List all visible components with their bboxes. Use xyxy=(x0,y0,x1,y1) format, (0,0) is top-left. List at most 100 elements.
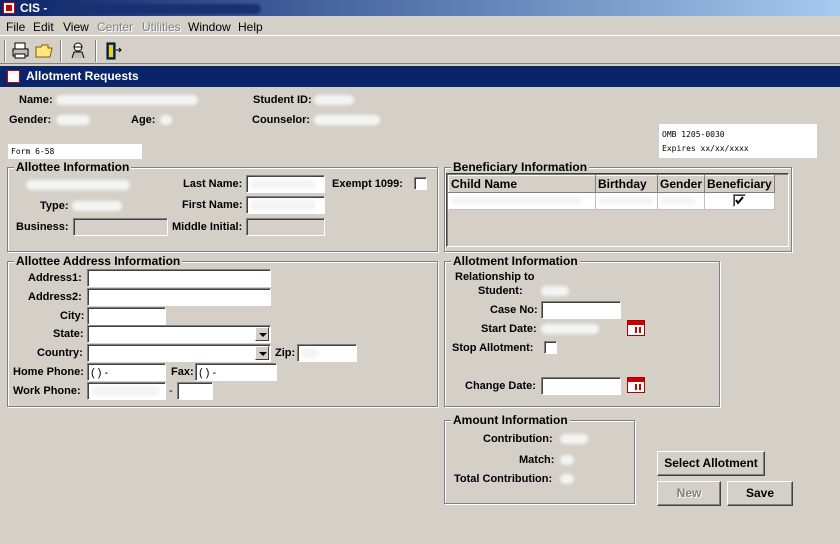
menu-bar: File Edit View Center Utilities Window H… xyxy=(0,17,840,36)
home-phone-value: ( ) - xyxy=(91,367,109,379)
address2-label: Address2: xyxy=(28,291,82,303)
contribution-value xyxy=(560,434,588,444)
exempt-1099-checkbox[interactable] xyxy=(414,177,427,190)
allottee-address-legend: Allottee Address Information xyxy=(14,254,183,268)
state-dropdown[interactable] xyxy=(87,325,271,343)
case-no-label: Case No: xyxy=(490,304,538,316)
last-name-label: Last Name: xyxy=(183,178,243,190)
menu-view[interactable]: View xyxy=(63,20,89,34)
fax-field[interactable]: ( ) - xyxy=(195,363,277,381)
beneficiary-table: Child Name Birthday Gender Beneficiary xyxy=(448,175,775,210)
birthday-cell[interactable] xyxy=(595,192,658,210)
child-name-cell[interactable] xyxy=(448,192,596,210)
work-phone-label: Work Phone: xyxy=(13,385,81,397)
change-date-label: Change Date: xyxy=(465,380,536,392)
home-phone-field[interactable]: ( ) - xyxy=(87,363,166,381)
omb-number: OMB 1205-0030 xyxy=(662,130,725,139)
first-name-field[interactable] xyxy=(246,196,325,214)
business-label: Business: xyxy=(16,221,69,233)
child-window-title-bar: Allotment Requests xyxy=(0,66,840,87)
relationship-value xyxy=(541,286,569,296)
total-contribution-label: Total Contribution: xyxy=(454,473,553,485)
type-label: Type: xyxy=(40,200,69,212)
business-field[interactable] xyxy=(73,218,168,236)
column-beneficiary[interactable]: Beneficiary xyxy=(704,175,775,193)
zip-field[interactable] xyxy=(297,344,357,362)
toolbar-separator xyxy=(95,40,97,62)
toolbar-separator xyxy=(4,40,6,62)
work-phone-field[interactable] xyxy=(87,382,166,400)
fax-label: Fax: xyxy=(171,366,194,378)
city-label: City: xyxy=(60,310,85,322)
middle-initial-label: Middle Initial: xyxy=(172,221,243,233)
menu-help[interactable]: Help xyxy=(238,20,263,34)
omb-notice: OMB 1205-0030 Expires xx/xx/xxxx xyxy=(659,124,817,158)
gender-cell[interactable] xyxy=(657,192,706,210)
country-dropdown[interactable] xyxy=(87,344,271,362)
calendar-icon[interactable] xyxy=(627,320,645,336)
work-phone-extension-field[interactable] xyxy=(177,382,213,400)
zip-label: Zip: xyxy=(275,347,296,359)
chevron-down-icon[interactable] xyxy=(255,346,269,360)
open-folder-icon[interactable] xyxy=(33,40,55,62)
match-label: Match: xyxy=(519,454,555,466)
new-button[interactable]: New xyxy=(657,481,721,506)
beneficiary-cell[interactable] xyxy=(704,192,775,210)
address1-field[interactable] xyxy=(87,269,271,287)
menu-file[interactable]: File xyxy=(6,20,25,34)
toolbar-separator xyxy=(60,40,62,62)
case-no-field[interactable] xyxy=(541,301,621,319)
menu-window[interactable]: Window xyxy=(188,20,231,34)
beneficiary-table-header: Child Name Birthday Gender Beneficiary xyxy=(448,175,775,193)
state-label: State: xyxy=(53,328,84,340)
save-button[interactable]: Save xyxy=(727,481,793,506)
age-label: Age: xyxy=(131,114,156,126)
name-label: Name: xyxy=(19,94,53,106)
address1-label: Address1: xyxy=(28,272,82,284)
city-field[interactable] xyxy=(87,307,166,325)
app-title: CIS - xyxy=(20,0,261,16)
counselor-label: Counselor: xyxy=(252,114,311,126)
exit-door-icon[interactable] xyxy=(102,40,124,62)
amount-information-legend: Amount Information xyxy=(451,413,570,427)
calendar-icon[interactable] xyxy=(627,377,645,393)
beneficiary-checkbox[interactable] xyxy=(732,194,746,207)
allottee-information-legend: Allottee Information xyxy=(14,160,132,174)
start-date-value xyxy=(541,324,599,334)
table-row[interactable] xyxy=(448,192,775,210)
last-name-field[interactable] xyxy=(246,175,325,193)
beneficiary-information-legend: Beneficiary Information xyxy=(451,160,590,174)
address2-field[interactable] xyxy=(87,288,271,306)
middle-initial-field[interactable] xyxy=(246,218,325,236)
country-label: Country: xyxy=(37,347,83,359)
app-flag-icon xyxy=(7,70,20,83)
chevron-down-icon[interactable] xyxy=(255,327,269,341)
column-birthday[interactable]: Birthday xyxy=(595,175,658,193)
menu-edit[interactable]: Edit xyxy=(33,20,54,34)
form-number: Form 6-58 xyxy=(8,144,142,159)
allottee-id-value xyxy=(26,180,130,190)
menu-center[interactable]: Center xyxy=(97,20,133,34)
stop-allotment-checkbox[interactable] xyxy=(544,341,557,354)
app-flag-icon xyxy=(3,2,15,14)
change-date-field[interactable] xyxy=(541,377,621,395)
toolbar xyxy=(0,37,840,64)
work-phone-dash: - xyxy=(169,385,173,397)
name-value xyxy=(56,95,198,105)
column-child-name[interactable]: Child Name xyxy=(448,175,596,193)
column-gender[interactable]: Gender xyxy=(656,175,706,193)
select-allotment-button[interactable]: Select Allotment xyxy=(657,451,765,476)
app-title-bar: CIS - xyxy=(0,0,840,16)
start-date-label: Start Date: xyxy=(481,323,537,335)
type-value xyxy=(72,201,122,211)
first-name-label: First Name: xyxy=(182,199,243,211)
omb-expiry: Expires xx/xx/xxxx xyxy=(662,144,749,153)
total-contribution-value xyxy=(560,474,574,484)
menu-utilities[interactable]: Utilities xyxy=(142,20,181,34)
print-icon[interactable] xyxy=(10,40,32,62)
find-person-icon[interactable] xyxy=(67,40,89,62)
allotment-information-legend: Allotment Information xyxy=(451,254,580,268)
student-id-label: Student ID: xyxy=(253,94,312,106)
exempt-1099-label: Exempt 1099: xyxy=(332,178,403,190)
relationship-student-label: Student: xyxy=(478,285,523,297)
